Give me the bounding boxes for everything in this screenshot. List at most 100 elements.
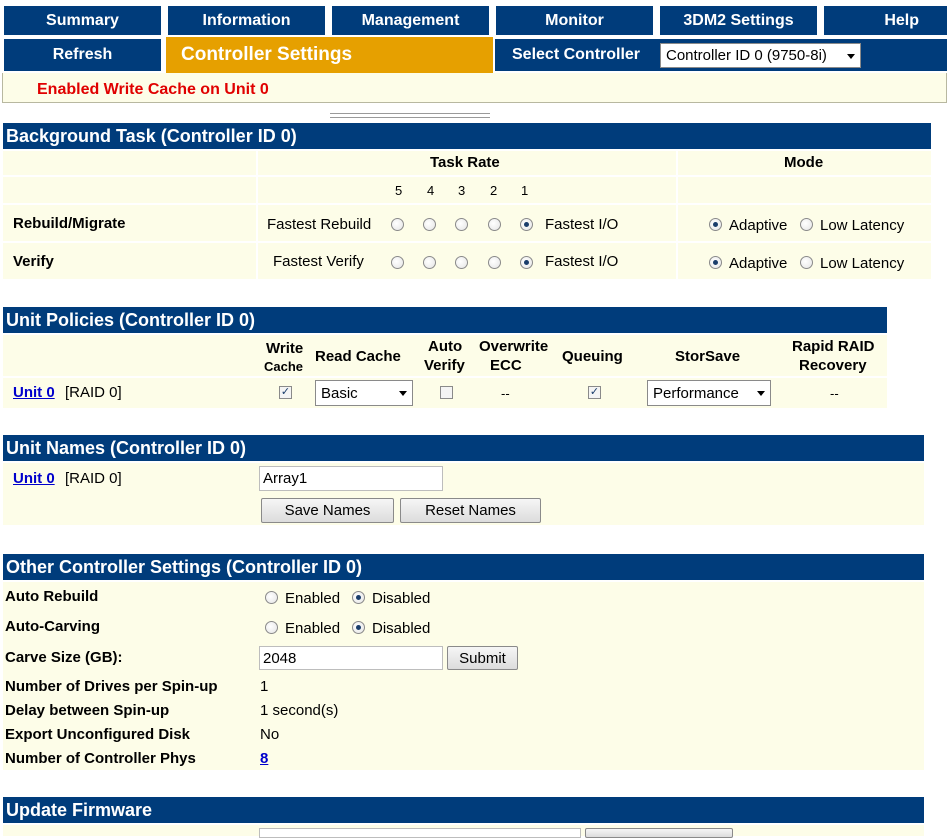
save-names-button[interactable]: Save Names (261, 498, 394, 523)
nav-3dm2-settings[interactable]: 3DM2 Settings (660, 6, 817, 35)
carve-size-input[interactable]: 2048 (259, 646, 443, 670)
unit-names-header: Unit Names (Controller ID 0) (3, 435, 924, 461)
nav-information-label: Information (202, 11, 291, 29)
rebuild-rate-4-radio[interactable] (423, 218, 436, 231)
verify-heading: Verify (424, 357, 465, 374)
rebuild-low-latency-label: Low Latency (820, 217, 905, 234)
export-unconfigured-value: No (260, 726, 280, 743)
update-firmware-header: Update Firmware (3, 797, 924, 823)
rebuild-rate-1-radio[interactable] (520, 218, 533, 231)
auto-verify-checkbox[interactable] (440, 386, 453, 399)
drives-per-spinup-value: 1 (260, 678, 269, 695)
firmware-file-input[interactable] (259, 828, 581, 838)
other-settings-header: Other Controller Settings (Controller ID… (3, 554, 924, 580)
write-cache-checkbox[interactable]: ✓ (279, 386, 292, 399)
carve-size-label: Carve Size (GB): (5, 649, 123, 666)
write-heading: Write (266, 340, 304, 357)
update-firmware-title: Update Firmware (6, 799, 153, 820)
recovery-heading: Recovery (799, 357, 867, 374)
unit-0-link[interactable]: Unit 0 (13, 384, 55, 402)
unit-name-value: Array1 (263, 470, 308, 487)
rebuild-label: Rebuild/Migrate (13, 215, 126, 232)
nav-help-label: Help (884, 11, 919, 29)
bg-cell (3, 177, 256, 203)
rate-number: 2 (490, 183, 498, 198)
auto-carving-disabled-label: Disabled (372, 620, 431, 637)
storsave-value: Performance (653, 384, 739, 402)
reset-names-button[interactable]: Reset Names (400, 498, 541, 523)
auto-carving-disabled-radio[interactable] (352, 621, 365, 634)
status-message: Enabled Write Cache on Unit 0 (37, 81, 269, 98)
auto-rebuild-label: Auto Rebuild (5, 588, 99, 605)
rebuild-right-label: Fastest I/O (545, 216, 619, 233)
verify-rate-5-radio[interactable] (391, 256, 404, 269)
rebuild-rate-5-radio[interactable] (391, 218, 404, 231)
controller-select-value: Controller ID 0 (9750-8i) (666, 47, 827, 64)
nav-help[interactable]: Help (824, 6, 947, 35)
rebuild-rate-2-radio[interactable] (488, 218, 501, 231)
verify-low-latency-radio[interactable] (800, 256, 813, 269)
submit-label: Submit (459, 649, 506, 667)
nav-summary-label: Summary (46, 11, 119, 29)
verify-low-latency-label: Low Latency (820, 255, 905, 272)
carve-size-value: 2048 (263, 649, 297, 667)
controller-phys-link[interactable]: 8 (260, 750, 268, 768)
rebuild-rate-3-radio[interactable] (455, 218, 468, 231)
chevron-down-icon (399, 391, 407, 396)
rate-number: 1 (521, 183, 529, 198)
chevron-down-icon (757, 391, 765, 396)
auto-carving-enabled-radio[interactable] (265, 621, 278, 634)
read-cache-value: Basic (321, 384, 358, 402)
nav-summary[interactable]: Summary (4, 6, 161, 35)
rebuild-adaptive-radio[interactable] (709, 218, 722, 231)
ecc-heading: ECC (490, 357, 522, 374)
rapid-raid-value: -- (830, 386, 839, 401)
verify-rate-4-radio[interactable] (423, 256, 436, 269)
unit-names-title: Unit Names (Controller ID 0) (6, 437, 247, 458)
verify-rate-2-radio[interactable] (488, 256, 501, 269)
other-settings-title: Other Controller Settings (Controller ID… (6, 556, 363, 577)
drives-per-spinup-label: Number of Drives per Spin-up (5, 678, 218, 695)
bg-cell (3, 151, 256, 175)
submit-button[interactable]: Submit (447, 646, 518, 670)
delay-spinup-value: 1 second(s) (260, 702, 339, 719)
queuing-checkbox[interactable]: ✓ (588, 386, 601, 399)
nav-management[interactable]: Management (332, 6, 489, 35)
auto-rebuild-disabled-label: Disabled (372, 590, 431, 607)
nav-refresh[interactable]: Refresh (4, 39, 161, 71)
verify-rate-3-radio[interactable] (455, 256, 468, 269)
verify-left-label: Fastest Verify (273, 253, 364, 270)
unit-name-input[interactable]: Array1 (259, 466, 443, 491)
bg-cell (258, 177, 676, 203)
nav-management-label: Management (361, 11, 460, 29)
auto-rebuild-disabled-radio[interactable] (352, 591, 365, 604)
rebuild-adaptive-label: Adaptive (729, 217, 788, 234)
queuing-heading: Queuing (562, 348, 623, 365)
nav-monitor[interactable]: Monitor (496, 6, 653, 35)
rate-number: 4 (427, 183, 435, 198)
controller-select[interactable]: Controller ID 0 (9750-8i) (660, 43, 861, 68)
delay-spinup-label: Delay between Spin-up (5, 702, 170, 719)
unit-raid: [RAID 0] (65, 384, 122, 401)
active-page-title: Controller Settings (181, 44, 353, 65)
verify-rate-1-radio[interactable] (520, 256, 533, 269)
task-rate-heading: Task Rate (430, 154, 500, 171)
separator (330, 113, 490, 118)
verify-adaptive-label: Adaptive (729, 255, 788, 272)
browse-button[interactable] (585, 828, 733, 838)
controller-phys-label: Number of Controller Phys (5, 750, 196, 767)
unit-0-names-link[interactable]: Unit 0 (13, 470, 55, 488)
read-cache-heading: Read Cache (315, 348, 401, 365)
auto-rebuild-enabled-radio[interactable] (265, 591, 278, 604)
chevron-down-icon (847, 53, 855, 59)
read-cache-select[interactable]: Basic (315, 380, 413, 406)
verify-adaptive-radio[interactable] (709, 256, 722, 269)
storsave-select[interactable]: Performance (647, 380, 771, 406)
nav-refresh-label: Refresh (52, 46, 113, 63)
unit-policies-title: Unit Policies (Controller ID 0) (6, 309, 256, 330)
nav-information[interactable]: Information (168, 6, 325, 35)
auto-heading: Auto (428, 338, 463, 355)
save-names-label: Save Names (284, 502, 371, 519)
rebuild-low-latency-radio[interactable] (800, 218, 813, 231)
bg-cell (678, 177, 931, 203)
